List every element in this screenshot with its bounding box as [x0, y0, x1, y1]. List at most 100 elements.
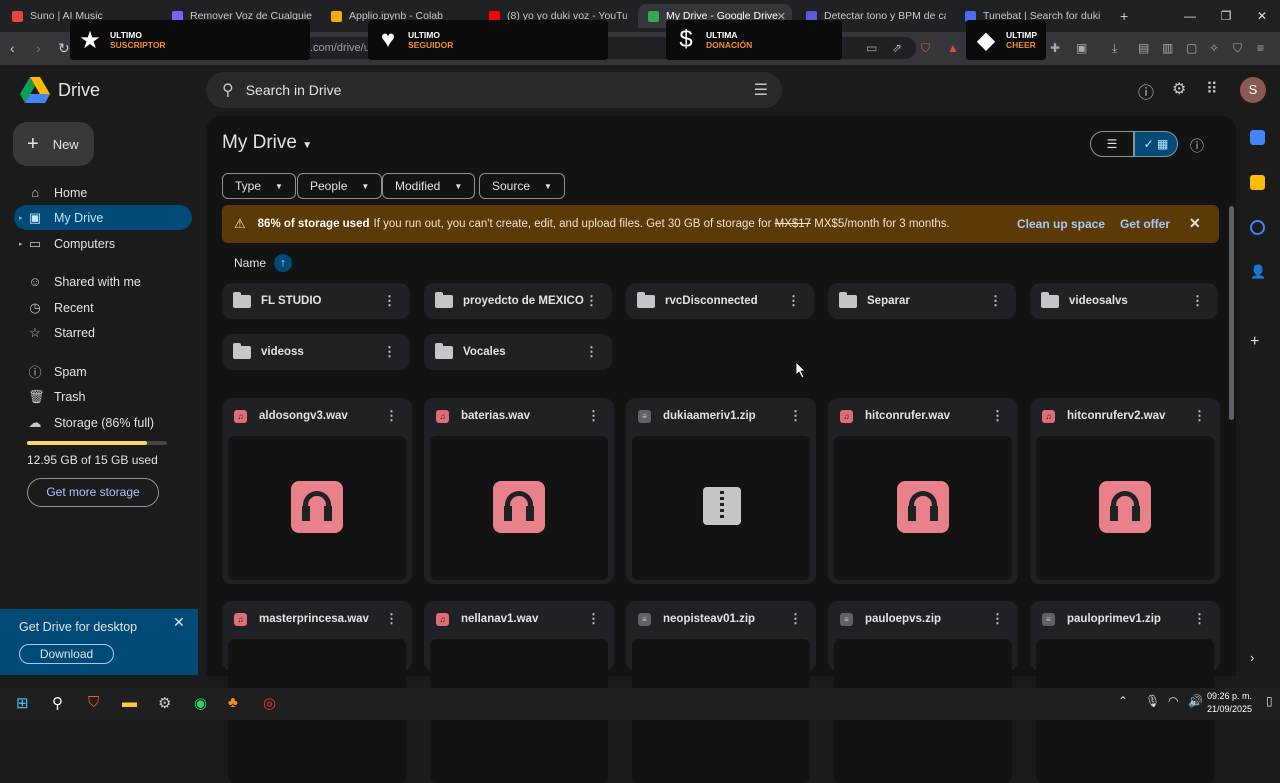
- more-options-icon[interactable]: ⋮: [585, 293, 598, 309]
- fl-studio-icon[interactable]: ♣: [228, 694, 238, 711]
- grid-view-button[interactable]: ✓ ▦: [1134, 131, 1178, 157]
- filter-modified[interactable]: Modified ▼: [382, 173, 476, 199]
- volume-icon[interactable]: 🔊: [1188, 694, 1203, 708]
- minimize-icon[interactable]: —: [1172, 0, 1208, 32]
- drive-logo[interactable]: Drive: [20, 77, 100, 103]
- expand-caret-icon[interactable]: ▸: [19, 214, 23, 222]
- filter-type[interactable]: Type ▼: [222, 173, 296, 199]
- file-card[interactable]: ≡ pauloprimev1.zip ⋮: [1030, 601, 1220, 783]
- search-options-icon[interactable]: ☰: [754, 80, 768, 100]
- reading-list-icon[interactable]: ▤: [1138, 41, 1149, 55]
- cast-icon[interactable]: ▭: [866, 41, 877, 55]
- back-icon[interactable]: ‹: [10, 40, 15, 56]
- search-bar[interactable]: ⚲ Search in Drive ☰: [206, 72, 782, 108]
- more-options-icon[interactable]: ⋮: [385, 611, 398, 627]
- more-options-icon[interactable]: ⋮: [787, 293, 800, 309]
- details-info-icon[interactable]: ⓘ: [1190, 136, 1204, 156]
- sort-by-name[interactable]: Name ↑: [234, 254, 293, 272]
- reload-icon[interactable]: ↻: [58, 40, 70, 57]
- get-more-storage-button[interactable]: Get more storage: [27, 478, 159, 507]
- more-options-icon[interactable]: ⋮: [789, 611, 802, 627]
- search-icon[interactable]: ⚲: [222, 80, 234, 100]
- file-card[interactable]: ≡ neopisteav01.zip ⋮: [626, 601, 816, 783]
- taskbar-clock[interactable]: 09:26 p. m. 21/09/2025: [1207, 690, 1252, 716]
- sidebar-item-home[interactable]: ⌂ Home: [14, 180, 192, 205]
- sidebar-item-starred[interactable]: ☆ Starred: [14, 320, 192, 345]
- page-title[interactable]: My Drive ▼: [222, 132, 312, 154]
- new-button[interactable]: + New: [13, 122, 94, 166]
- contacts-icon[interactable]: 👤: [1250, 264, 1266, 279]
- sidebar-item-storage[interactable]: ☁ Storage (86% full): [14, 410, 192, 435]
- more-options-icon[interactable]: ⋮: [1193, 611, 1206, 627]
- sidebar-icon[interactable]: ▥: [1162, 41, 1173, 55]
- download-button[interactable]: Download: [19, 644, 114, 664]
- wallet-icon[interactable]: ▢: [1186, 41, 1197, 55]
- vpn-icon[interactable]: ⛉: [1233, 41, 1242, 56]
- menu-icon[interactable]: ≡: [1257, 41, 1264, 55]
- notifications-icon[interactable]: ▯: [1266, 694, 1273, 708]
- downloads-icon[interactable]: ⤓: [1112, 41, 1117, 56]
- arrow-up-icon[interactable]: ↑: [274, 254, 293, 272]
- whatsapp-icon[interactable]: ◉: [194, 694, 207, 712]
- brave-browser-icon[interactable]: ⛉: [88, 694, 99, 711]
- settings-icon[interactable]: ⚙: [1172, 79, 1186, 99]
- more-options-icon[interactable]: ⋮: [585, 344, 598, 360]
- account-avatar[interactable]: S: [1240, 77, 1266, 103]
- close-window-icon[interactable]: ✕: [1244, 0, 1280, 32]
- tasks-icon[interactable]: [1250, 220, 1265, 235]
- tray-chevron-icon[interactable]: ⌃: [1118, 694, 1128, 708]
- more-options-icon[interactable]: ⋮: [989, 293, 1002, 309]
- forward-icon[interactable]: ›: [36, 40, 41, 56]
- search-input[interactable]: Search in Drive: [246, 82, 342, 98]
- folder-item[interactable]: rvcDisconnected ⋮: [626, 283, 814, 319]
- file-card[interactable]: ♫ hitconrufer.wav ⋮: [828, 398, 1018, 584]
- windows-start-icon[interactable]: ⊞: [16, 694, 29, 712]
- new-tab-button[interactable]: +: [1120, 4, 1136, 28]
- main-scrollbar[interactable]: [1229, 206, 1234, 420]
- list-view-button[interactable]: ☰: [1090, 131, 1134, 157]
- file-card[interactable]: ♫ nellanav1.wav ⋮: [424, 601, 614, 783]
- share-icon[interactable]: ⇗: [892, 41, 902, 55]
- file-card[interactable]: ♫ baterias.wav ⋮: [424, 398, 614, 584]
- more-options-icon[interactable]: ⋮: [383, 344, 396, 360]
- folder-item[interactable]: proyedcto de MEXICO ⋮: [424, 283, 612, 319]
- extensions-icon[interactable]: ✚: [1050, 41, 1060, 55]
- folder-item[interactable]: Separar ⋮: [828, 283, 1016, 319]
- maximize-icon[interactable]: ❐: [1208, 0, 1244, 32]
- filter-source[interactable]: Source ▼: [479, 173, 565, 199]
- chrome-icon[interactable]: ◎: [263, 694, 276, 712]
- expand-panel-icon[interactable]: ›: [1250, 650, 1265, 665]
- sidebar-item-spam[interactable]: ⓘ Spam: [14, 359, 192, 384]
- folder-item[interactable]: Vocales ⋮: [424, 334, 612, 370]
- sidebar-item-my-drive[interactable]: ▸ ▣ My Drive: [14, 205, 192, 230]
- more-options-icon[interactable]: ⋮: [1191, 293, 1204, 309]
- folder-item[interactable]: FL STUDIO ⋮: [222, 283, 410, 319]
- sidebar-item-computers[interactable]: ▸ ▭ Computers: [14, 231, 192, 256]
- taskbar-search-icon[interactable]: ⚲: [52, 694, 63, 712]
- more-options-icon[interactable]: ⋮: [1193, 408, 1206, 424]
- get-offer-link[interactable]: Get offer: [1120, 217, 1170, 231]
- more-options-icon[interactable]: ⋮: [385, 408, 398, 424]
- sidebar-item-shared[interactable]: ☺ Shared with me: [14, 269, 192, 294]
- sidebar-item-recent[interactable]: ◷ Recent: [14, 295, 192, 320]
- folder-item[interactable]: videoss ⋮: [222, 334, 410, 370]
- more-options-icon[interactable]: ⋮: [587, 408, 600, 424]
- folder-item[interactable]: videosalvs ⋮: [1030, 283, 1218, 319]
- filter-people[interactable]: People ▼: [297, 173, 383, 199]
- app-icon[interactable]: ⚙: [158, 694, 171, 712]
- wifi-icon[interactable]: ◠: [1168, 694, 1178, 708]
- more-options-icon[interactable]: ⋮: [991, 408, 1004, 424]
- add-addon-icon[interactable]: +: [1250, 334, 1265, 350]
- more-options-icon[interactable]: ⋮: [383, 293, 396, 309]
- more-options-icon[interactable]: ⋮: [587, 611, 600, 627]
- help-icon[interactable]: ⓘ: [1138, 79, 1154, 103]
- apps-grid-icon[interactable]: ⠿: [1206, 79, 1218, 99]
- clean-up-space-link[interactable]: Clean up space: [1017, 217, 1105, 231]
- close-banner-icon[interactable]: ✕: [1189, 215, 1201, 232]
- more-options-icon[interactable]: ⋮: [789, 408, 802, 424]
- keep-icon[interactable]: [1250, 175, 1265, 190]
- file-card[interactable]: ≡ pauloepvs.zip ⋮: [828, 601, 1018, 783]
- leo-ai-icon[interactable]: ✧: [1209, 41, 1219, 55]
- close-promo-icon[interactable]: ✕: [173, 614, 185, 631]
- calendar-icon[interactable]: [1250, 130, 1265, 145]
